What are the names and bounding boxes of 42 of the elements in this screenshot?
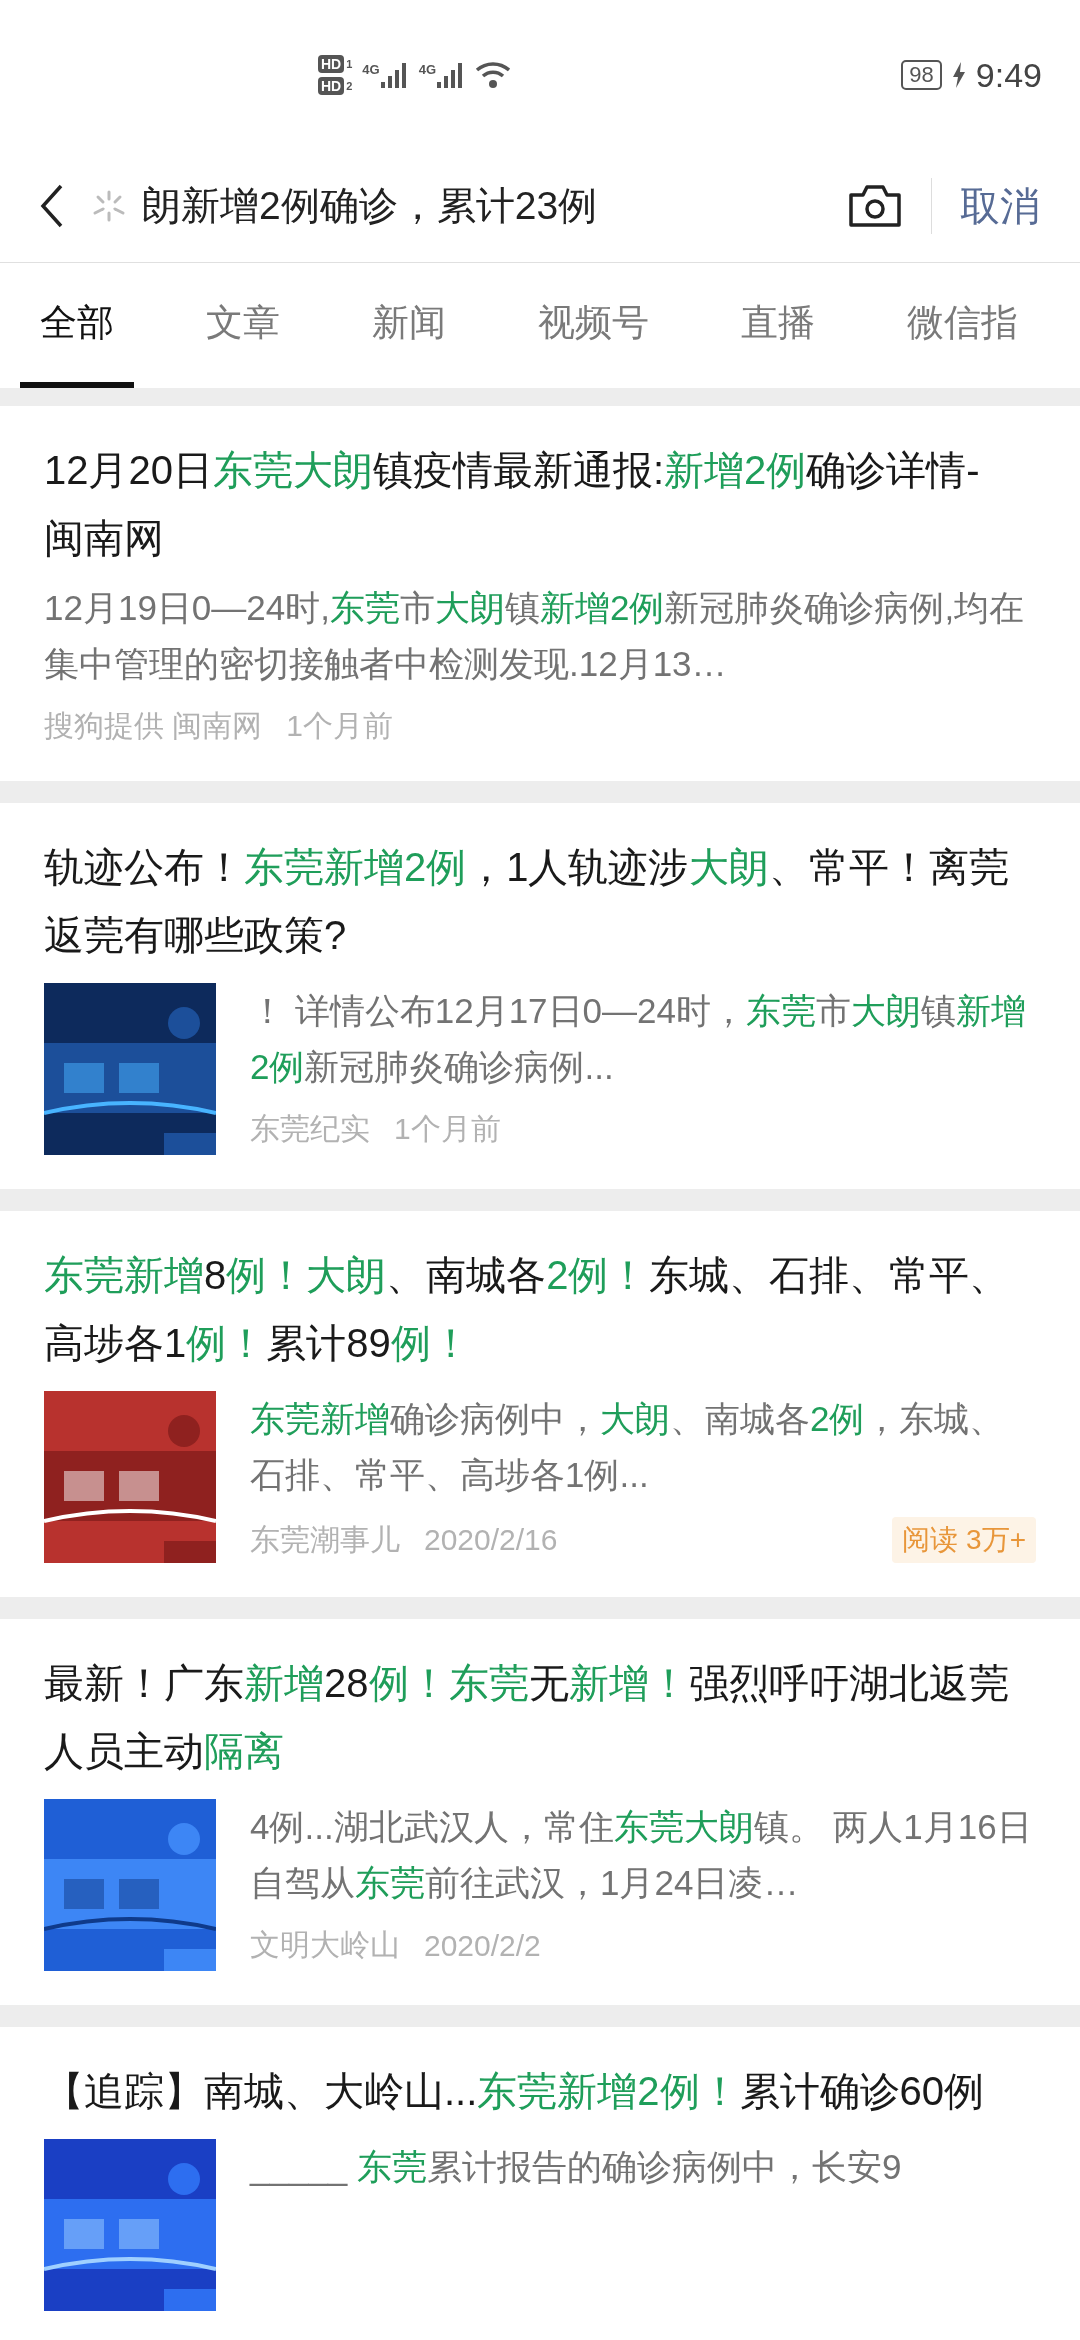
read-count-badge: 阅读 3万+	[892, 1517, 1036, 1563]
result-meta: 搜狗提供 闽南网	[44, 708, 263, 744]
tab[interactable]: 微信指	[887, 263, 1038, 388]
result-meta: 文明大岭山	[250, 1927, 400, 1963]
result-snippet: 12月19日0—24时,东莞市大朗镇新增2例新冠肺炎确诊病例,均在集中管理的密切接触者中检测发现.12月13…	[44, 587, 1026, 685]
tab[interactable]: 新闻	[352, 263, 466, 388]
result-meta: 东莞潮事儿	[250, 1521, 400, 1558]
result-snippet: 东莞新增确诊病例中，大朗、南城各2例，东城、石排、常平、高埗各1例...	[250, 1398, 1006, 1496]
result-title: 轨迹公布！东莞新增2例，1人轨迹涉大朗、常平！离莞返莞有哪些政策?	[44, 844, 1010, 959]
result-meta: 1个月前	[286, 708, 394, 744]
tab[interactable]: 视频号	[518, 263, 669, 388]
result-title: 12月20日东莞大朗镇疫情最新通报:新增2例确诊详情-闽南网	[44, 447, 981, 562]
tab[interactable]: 全部	[20, 263, 134, 388]
result-card[interactable]: 12月20日东莞大朗镇疫情最新通报:新增2例确诊详情-闽南网 12月19日0—24时,东莞市大朗镇新增2例新冠肺炎确诊病例,均在集中管理的密切接触者中检测发现.12月13… 搜狗提供 闽南网 1个月前	[0, 406, 1080, 781]
result-title: 【追踪】南城、大岭山...东莞新增2例！累计确诊60例	[44, 2068, 986, 2115]
camera-icon[interactable]	[847, 183, 903, 229]
tab[interactable]: 文章	[186, 263, 300, 388]
result-title: 最新！广东新增28例！东莞无新增！强烈呼吁湖北返莞人员主动隔离	[44, 1660, 1010, 1775]
result-card[interactable]: 东莞新增8例！大朗、南城各2例！东城、石排、常平、高埗各1例！累计89例！ 东莞新增确诊病例中，大朗、南城各2例，东城、石排、常平、高埗各1例... 东莞潮事儿 2020/2/16 阅读 3万+	[0, 1211, 1080, 1597]
result-card[interactable]: 【追踪】南城、大岭山...东莞新增2例！累计确诊60例 _____ 东莞累计报告的确诊病例中，长安9	[0, 2027, 1080, 2340]
loading-icon	[92, 189, 126, 223]
cancel-button[interactable]: 取消	[960, 178, 1040, 234]
result-snippet: 4例...湖北武汉人，常住东莞大朗镇。 两人1月16日自驾从东莞前往武汉，1月24日凌…	[250, 1806, 1033, 1904]
result-card[interactable]: 轨迹公布！东莞新增2例，1人轨迹涉大朗、常平！离莞返莞有哪些政策? ！ 详情公布12月17日0—24时，东莞市大朗镇新增2例新冠肺炎确诊病例... 东莞纪实 1个月前	[0, 803, 1080, 1189]
tab[interactable]: 直播	[721, 263, 835, 388]
charging-icon	[951, 62, 966, 88]
clock-time: 9:49	[975, 55, 1042, 95]
result-snippet: ！ 详情公布12月17日0—24时，东莞市大朗镇新增2例新冠肺炎确诊病例...	[250, 990, 1027, 1088]
result-meta: 1个月前	[394, 1111, 501, 1147]
wifi-icon	[475, 61, 512, 89]
signal-icon	[380, 62, 409, 88]
result-meta: 2020/2/16	[424, 1523, 558, 1557]
result-card[interactable]: 最新！广东新增28例！东莞无新增！强烈呼吁湖北返莞人员主动隔离 4例...湖北武汉人，常住东莞大朗镇。 两人1月16日自驾从东莞前往武汉，1月24日凌… 文明大岭山 2020/2/2	[0, 1619, 1080, 2005]
result-snippet: _____ 东莞累计报告的确诊病例中，长安9	[250, 2146, 903, 2188]
battery-icon: 98	[901, 60, 942, 90]
search-field[interactable]: 朗新增2例确诊，累计23例	[92, 179, 819, 233]
result-meta: 东莞纪实	[250, 1111, 370, 1147]
back-icon[interactable]	[40, 184, 64, 228]
network-label: 4G	[362, 62, 380, 77]
result-meta: 2020/2/2	[424, 1928, 541, 1963]
network-label: 4G	[418, 62, 437, 77]
result-title: 东莞新增8例！大朗、南城各2例！东城、石排、常平、高埗各1例！累计89例！	[44, 1252, 1010, 1367]
